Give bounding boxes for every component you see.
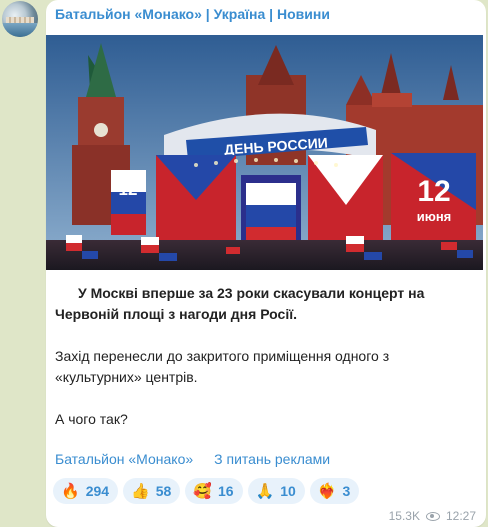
eye-icon [425,511,440,521]
views-count: 15.3K [388,509,420,523]
message-time: 12:27 [445,509,476,523]
reaction-fire[interactable]: 🔥 294 [53,478,119,504]
thumbs-up-icon: 👍 [131,482,150,500]
message-meta: 15.3K 12:27 [389,509,476,523]
post-text: У Москві вперше за 23 роки скасували кон… [55,283,475,451]
screen-left-number: 12 [119,180,138,199]
reaction-folded-hands[interactable]: 🙏 10 [247,478,305,504]
post-paragraph: А чого так? [55,411,128,427]
reaction-heart-on-fire[interactable]: ❤️‍🔥 3 [309,478,360,504]
screen-right-number: 12 [417,175,450,208]
reaction-thumbs-up[interactable]: 👍 58 [123,478,181,504]
post-paragraph: Захід перенесли до закритого приміщення … [55,348,390,385]
heart-on-fire-icon: ❤️‍🔥 [317,482,337,500]
reaction-smiling-face-hearts[interactable]: 🥰 16 [185,478,243,504]
avatar-sea [2,23,38,37]
channel-name[interactable]: Батальйон «Монако» | Україна | Новини [55,6,330,22]
reaction-count: 294 [85,483,110,499]
reaction-count: 58 [155,483,172,499]
fire-icon: 🔥 [61,482,80,500]
reaction-count: 10 [280,483,296,499]
post-paragraph-lead: У Москві вперше за 23 роки скасували кон… [55,285,425,322]
post-links: Батальйон «Монако» З питань реклами [55,451,330,467]
reaction-count: 3 [342,483,351,499]
smiling-face-hearts-icon: 🥰 [193,482,212,500]
reaction-count: 16 [218,483,234,499]
red-square-concert-image: ДЕНЬ РОССИИ 12 12 июня [46,35,483,270]
screen-right-word: июня [417,209,452,224]
reactions-bar: 🔥 294 👍 58 🥰 16 🙏 10 ❤️‍🔥 3 [53,478,360,504]
channel-link[interactable]: Батальйон «Монако» [55,451,193,467]
folded-hands-icon: 🙏 [255,482,275,500]
post-photo[interactable]: ДЕНЬ РОССИИ 12 12 июня [46,35,483,270]
channel-avatar[interactable] [2,1,38,37]
message-bubble: Батальйон «Монако» | Україна | Новини ДЕ… [46,0,486,527]
ads-contact-link[interactable]: З питань реклами [214,451,330,467]
